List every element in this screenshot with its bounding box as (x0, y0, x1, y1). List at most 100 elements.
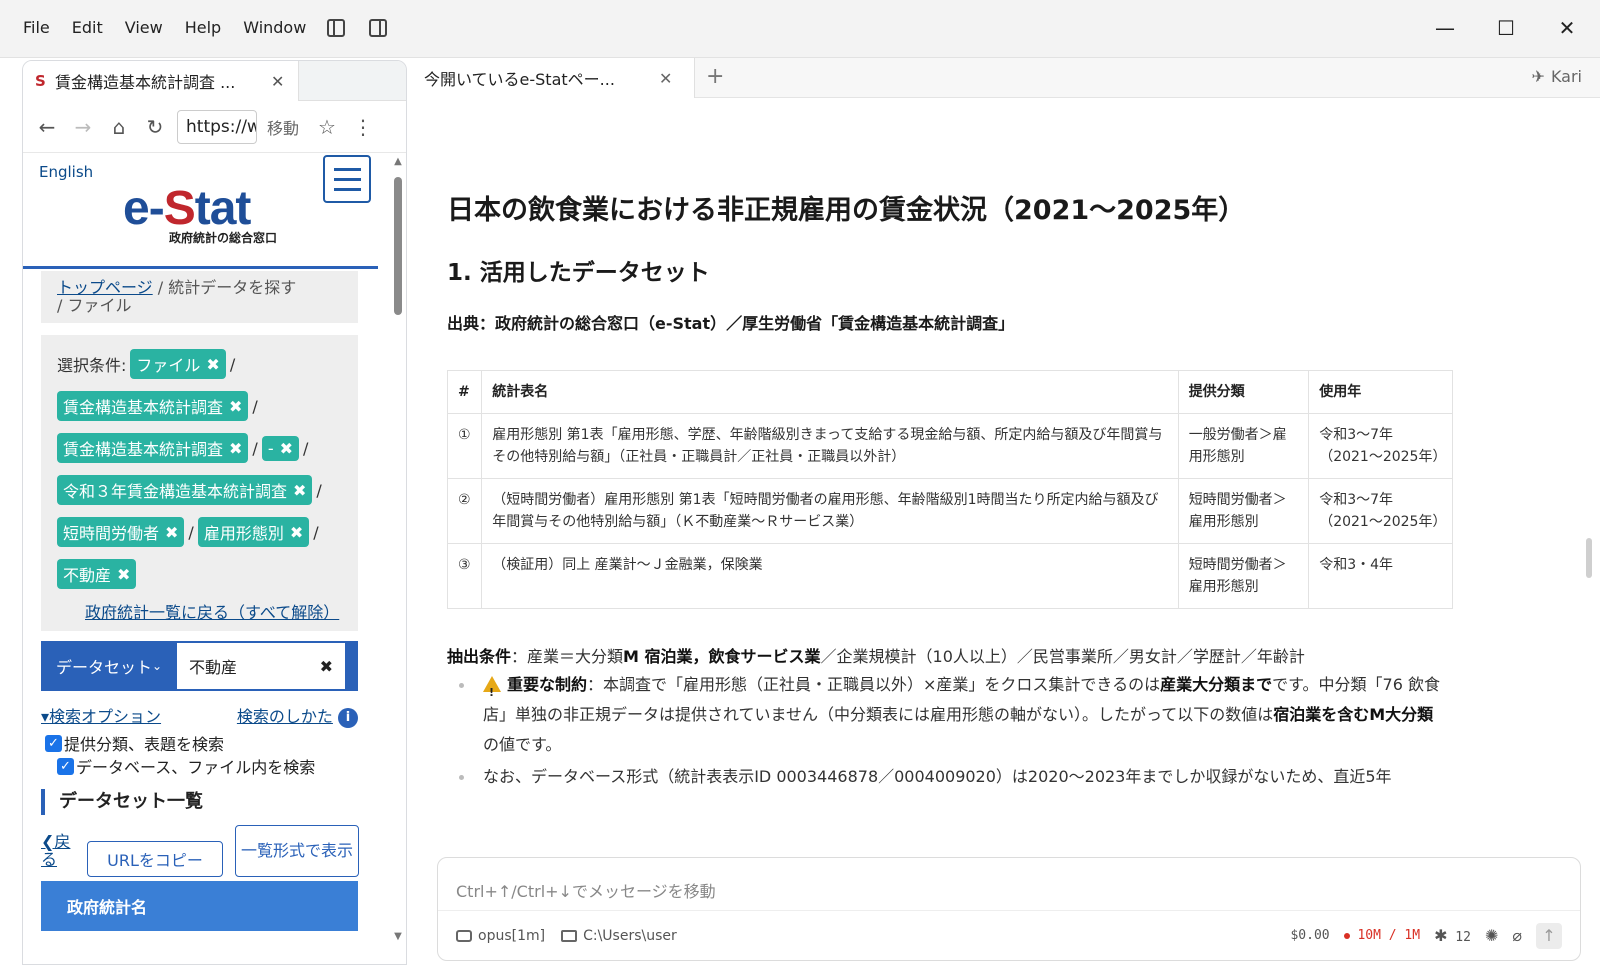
toggle-right-panel-icon[interactable] (369, 18, 388, 37)
scroll-thumb[interactable] (394, 177, 402, 315)
note-bold: 宿泊業を含むM大分類 (1273, 705, 1434, 724)
close-icon[interactable]: ✕ (271, 72, 284, 91)
condition-chip-survey[interactable]: 賃金構造基本統計調査 ✖ (57, 391, 249, 421)
condition-chip-dash[interactable]: - ✖ (261, 435, 299, 461)
chip-separator: / (188, 522, 194, 542)
checkbox-checked-icon[interactable]: ✓ (57, 757, 74, 775)
remove-icon[interactable]: ✖ (165, 523, 178, 542)
menu-bar: File Edit View Help Window (12, 16, 388, 39)
remove-icon[interactable]: ✖ (206, 355, 219, 374)
hamburger-menu-icon[interactable] (323, 155, 371, 203)
chip-label: 雇用形態別 (203, 524, 284, 543)
chip-separator: / (252, 438, 258, 458)
condition-chip-survey-2[interactable]: 賃金構造基本統計調査 ✖ (57, 433, 249, 463)
embedded-browser: S 賃金構造基本統計調査 ... ✕ ← → ⌂ ↻ https://w 移動 … (22, 60, 407, 965)
home-icon[interactable]: ⌂ (101, 109, 137, 145)
menu-file[interactable]: File (12, 16, 61, 39)
search-bar: データセット ⌄ 不動産 ✖ (41, 641, 358, 691)
menu-edit[interactable]: Edit (61, 16, 114, 39)
forward-arrow-icon[interactable]: → (65, 109, 101, 145)
chat-footer: opus[1m] C:\Users\user $0.00 10M / 1M ✱ … (438, 910, 1580, 960)
search-button[interactable] (347, 641, 358, 691)
kebab-menu-icon[interactable]: ⋮ (345, 109, 381, 145)
cost-display: $0.00 (1290, 928, 1330, 943)
english-link[interactable]: English (39, 163, 93, 181)
back-link[interactable]: ❮戻る (41, 833, 81, 869)
cell-num: ① (447, 413, 483, 479)
table-row: ① 雇用形態別 第1表「雇用形態、学歴、年齢階級別きまって支給する現金給与額、所… (447, 413, 1453, 479)
message-input[interactable]: Ctrl+↑/Ctrl+↓でメッセージを移動 (456, 878, 716, 902)
search-type-dropdown[interactable]: データセット ⌄ (41, 641, 177, 691)
chip-label: - (267, 438, 274, 458)
star-icon[interactable]: ☆ (309, 109, 345, 145)
send-button[interactable]: ↑ (1536, 922, 1562, 949)
check-title-search[interactable]: ✓ 提供分類、表題を検索 (45, 731, 224, 755)
bug-icon[interactable]: ✺ (1485, 926, 1498, 945)
chat-input-box[interactable]: Ctrl+↑/Ctrl+↓でメッセージを移動 opus[1m] C:\Users… (437, 857, 1581, 961)
check-file-search[interactable]: ✓ データベース、ファイル内を検索 (57, 754, 315, 778)
user-badge[interactable]: ✈ Kari (1532, 67, 1582, 86)
search-options-link[interactable]: ▾検索オプション (41, 703, 161, 728)
minimize-button[interactable]: — (1425, 10, 1465, 46)
url-input[interactable]: https://w (177, 109, 257, 144)
scroll-down-icon[interactable]: ▼ (392, 932, 404, 942)
menu-help[interactable]: Help (174, 16, 232, 39)
search-howto-link[interactable]: 検索のしかた (237, 707, 333, 726)
chat-tab[interactable]: 今開いているe-Statペー... ✕ (410, 58, 695, 98)
cell-category: 短時間労働者＞雇用形態別 (1177, 543, 1310, 609)
warning-icon (483, 676, 501, 708)
working-directory[interactable]: C:\Users\user (561, 928, 677, 944)
new-tab-icon[interactable]: + (706, 64, 724, 89)
menu-view[interactable]: View (114, 16, 174, 39)
breadcrumb: トップページ / 統計データを探す / ファイル (41, 271, 358, 323)
chip-separator: / (313, 522, 319, 542)
close-icon[interactable]: ✕ (659, 69, 672, 88)
info-icon[interactable]: i (338, 707, 358, 728)
search-input[interactable]: 不動産 ✖ (177, 641, 347, 691)
maximize-button[interactable]: ☐ (1486, 10, 1526, 46)
list-item: 重要な制約：本調査で「雇用形態（正社員・正職員以外）×産業」をクロス集計できるの… (447, 670, 1447, 760)
go-button[interactable]: 移動 (257, 115, 309, 139)
condition-chip-employment[interactable]: 雇用形態別 ✖ (197, 517, 310, 547)
page-scrollbar[interactable]: ▲ ▼ (392, 157, 404, 942)
copy-url-button[interactable]: URLをコピー (87, 841, 223, 877)
checkbox-checked-icon[interactable]: ✓ (45, 734, 62, 752)
title-bar: File Edit View Help Window — ☐ ✕ (0, 0, 1600, 58)
condition-chip-year[interactable]: 令和３年賃金構造基本統計調査 ✖ (57, 475, 313, 505)
remove-icon[interactable]: ✖ (229, 439, 242, 458)
remove-icon[interactable]: ✖ (280, 439, 293, 458)
chip-label: 賃金構造基本統計調査 (63, 440, 224, 459)
bird-logo-icon: ✈ (1531, 67, 1545, 86)
breadcrumb-search: 統計データを探す (168, 278, 297, 297)
cell-num: ② (447, 478, 483, 544)
breadcrumb-home[interactable]: トップページ (57, 278, 153, 297)
browser-tab[interactable]: S 賃金構造基本統計調査 ... ✕ (23, 61, 299, 101)
condition-chip-file[interactable]: ファイル ✖ (130, 349, 226, 379)
back-arrow-icon[interactable]: ← (29, 109, 65, 145)
chip-separator: / (229, 354, 236, 374)
reload-icon[interactable]: ↻ (137, 109, 173, 145)
reset-conditions-link[interactable]: 政府統計一覧に戻る（すべて解除） (85, 599, 339, 623)
close-window-button[interactable]: ✕ (1547, 10, 1587, 46)
logo-s: S (163, 182, 196, 235)
plugins-button[interactable]: ✱ 12 (1434, 926, 1471, 945)
remove-icon[interactable]: ✖ (290, 523, 303, 542)
logo-prefix: e- (123, 182, 165, 235)
estat-logo[interactable]: e-Stat 政府統計の総合窓口 (123, 183, 283, 248)
clear-icon[interactable]: ✖ (320, 657, 333, 676)
content-scrollbar[interactable] (1586, 538, 1592, 578)
list-view-button[interactable]: 一覧形式で表示 (235, 825, 359, 877)
remove-icon[interactable]: ✖ (229, 397, 242, 416)
report-title: 日本の飲食業における非正規雇用の賃金状況（2021〜2025年） (447, 195, 1246, 226)
remove-icon[interactable]: ✖ (117, 565, 130, 584)
condition-chip-part-time[interactable]: 短時間労働者 ✖ (57, 517, 185, 547)
scroll-up-icon[interactable]: ▲ (392, 157, 404, 167)
paperclip-icon[interactable]: ⌀ (1512, 926, 1522, 945)
breadcrumb-sep: / (152, 278, 169, 297)
model-selector[interactable]: opus[1m] (456, 928, 545, 944)
condition-chip-real-estate[interactable]: 不動産 ✖ (57, 559, 137, 589)
remove-icon[interactable]: ✖ (293, 481, 306, 500)
chip-separator: / (316, 480, 322, 500)
toggle-left-panel-icon[interactable] (327, 18, 346, 37)
menu-window[interactable]: Window (232, 16, 317, 39)
